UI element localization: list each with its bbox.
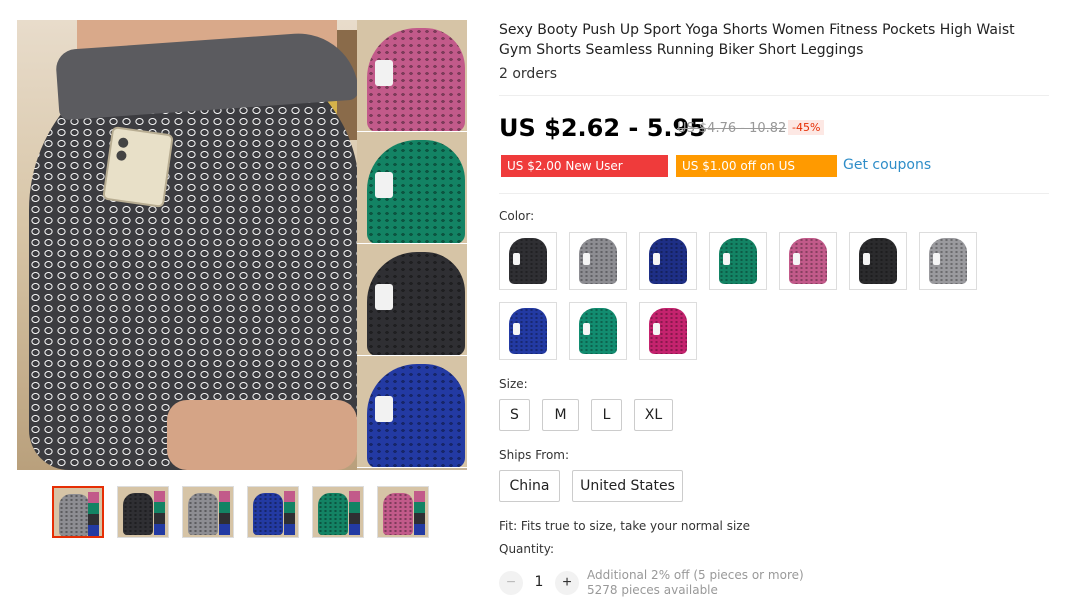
divider (499, 95, 1049, 96)
color-swatch-teal[interactable] (569, 302, 627, 360)
color-swatch-magenta[interactable] (639, 302, 697, 360)
size-option-m[interactable]: M (542, 399, 579, 431)
order-count: 2 orders (499, 66, 557, 82)
quantity-increase-button[interactable]: + (555, 571, 579, 595)
color-swatch-green[interactable] (709, 232, 767, 290)
main-product-image[interactable] (17, 20, 467, 470)
fit-note: Fit: Fits true to size, take your normal… (499, 519, 750, 533)
quantity-decrease-button[interactable]: − (499, 571, 523, 595)
ships-from-china[interactable]: China (499, 470, 560, 502)
thumbnail-2[interactable] (117, 486, 169, 538)
swatch-pocket (933, 253, 940, 265)
color-swatch-grey[interactable] (569, 232, 627, 290)
color-swatch-grey-2[interactable] (919, 232, 977, 290)
bulk-discount-note: Additional 2% off (5 pieces or more) (587, 568, 804, 582)
color-swatch-black[interactable] (499, 232, 557, 290)
stock-available: 5278 pieces available (587, 583, 718, 597)
swatch-pocket (513, 323, 520, 335)
ships-from-label: Ships From: (499, 448, 570, 462)
thumbnail-strip (52, 486, 429, 538)
thumbnail-4[interactable] (247, 486, 299, 538)
swatch-pocket (513, 253, 520, 265)
variant-preview-green (357, 132, 467, 244)
variant-preview-black (357, 244, 467, 356)
swatch-pocket (653, 323, 660, 335)
store-coupon[interactable]: US $1.00 off on US $19.00 (676, 155, 837, 195)
swatch-pocket (583, 323, 590, 335)
original-price: US $4.76 - 10.82 (677, 121, 787, 136)
swatch-pocket (863, 253, 870, 265)
quantity-value[interactable]: 1 (529, 574, 549, 590)
color-swatch-pink[interactable] (779, 232, 837, 290)
size-option-l[interactable]: L (591, 399, 622, 431)
thumbnail-1[interactable] (52, 486, 104, 538)
swatch-pocket (653, 253, 660, 265)
quantity-label: Quantity: (499, 542, 555, 556)
thumbnail-6[interactable] (377, 486, 429, 538)
model-leg (167, 400, 357, 470)
get-coupons-link[interactable]: Get coupons (843, 157, 931, 173)
color-swatch-royal-blue[interactable] (499, 302, 557, 360)
color-label: Color: (499, 209, 535, 223)
thumbnail-3[interactable] (182, 486, 234, 538)
current-price: US $2.62 - 5.95 (499, 114, 706, 142)
swatch-pocket (583, 253, 590, 265)
size-option-xl[interactable]: XL (634, 399, 673, 431)
product-title: Sexy Booty Push Up Sport Yoga Shorts Wom… (499, 22, 1015, 58)
quantity-note: Additional 2% off (5 pieces or more) 527… (587, 568, 804, 598)
ships-from-united-states[interactable]: United States (572, 470, 683, 502)
variant-preview-blue (357, 356, 467, 468)
discount-badge: -45% (788, 120, 825, 135)
variant-preview-pink (357, 20, 467, 132)
size-label: Size: (499, 377, 528, 391)
swatch-pocket (723, 253, 730, 265)
phone-in-pocket (102, 126, 174, 208)
new-user-coupon[interactable]: US $2.00 New User Coupon (501, 155, 668, 195)
color-variant-strip (357, 20, 467, 470)
divider (499, 193, 1049, 194)
thumbnail-5[interactable] (312, 486, 364, 538)
size-option-s[interactable]: S (499, 399, 530, 431)
color-swatch-black-plain[interactable] (849, 232, 907, 290)
color-swatch-navy[interactable] (639, 232, 697, 290)
swatch-pocket (793, 253, 800, 265)
